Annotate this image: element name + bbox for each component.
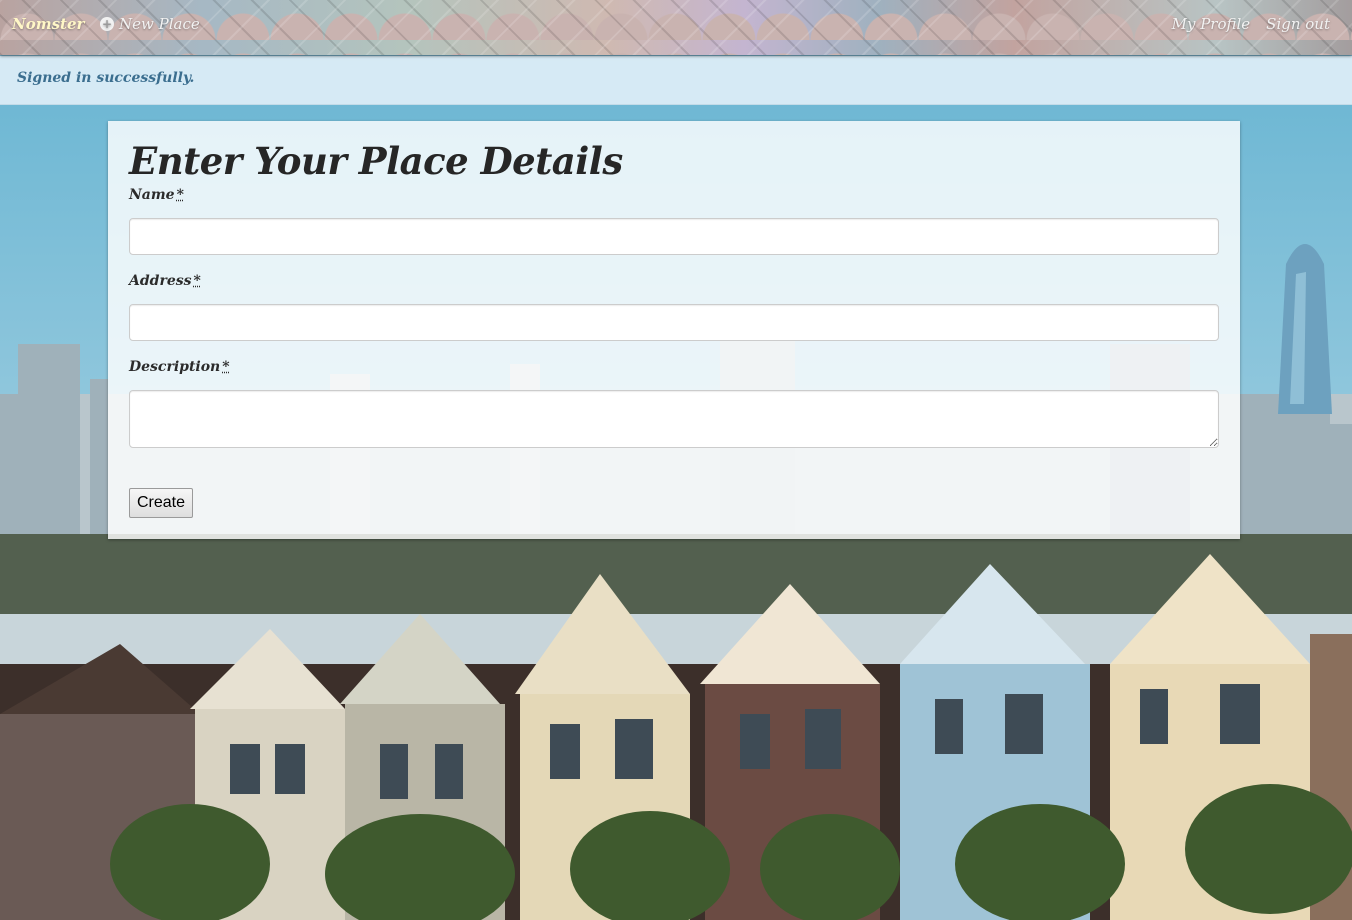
required-mark: * [176, 187, 184, 203]
create-button[interactable]: Create [129, 488, 193, 518]
name-label: Name * [129, 187, 184, 203]
navbar: Nomster + New Place My Profile Sign out [0, 0, 1352, 55]
address-label-text: Address [129, 273, 192, 289]
address-input[interactable] [129, 304, 1219, 341]
flash-notice: Signed in successfully. [0, 56, 1352, 105]
my-profile-link[interactable]: My Profile [1172, 15, 1251, 33]
new-place-link[interactable]: + New Place [100, 15, 200, 33]
name-label-text: Name [129, 187, 175, 203]
place-form-card: Enter Your Place Details Name * Address * … [108, 121, 1240, 539]
description-textarea[interactable] [129, 390, 1219, 448]
name-input[interactable] [129, 218, 1219, 255]
new-place-label: New Place [119, 15, 200, 33]
page-title: Enter Your Place Details [129, 139, 623, 183]
brand-logo-link[interactable]: Nomster [12, 15, 84, 33]
required-mark: * [222, 359, 230, 375]
description-label: Description * [129, 359, 230, 375]
plus-circle-icon: + [100, 17, 114, 31]
nav-right: My Profile Sign out [1172, 15, 1330, 33]
description-label-text: Description [129, 359, 221, 375]
flash-message: Signed in successfully. [17, 70, 195, 86]
required-mark: * [193, 273, 201, 289]
sign-out-link[interactable]: Sign out [1266, 15, 1330, 33]
address-label: Address * [129, 273, 201, 289]
